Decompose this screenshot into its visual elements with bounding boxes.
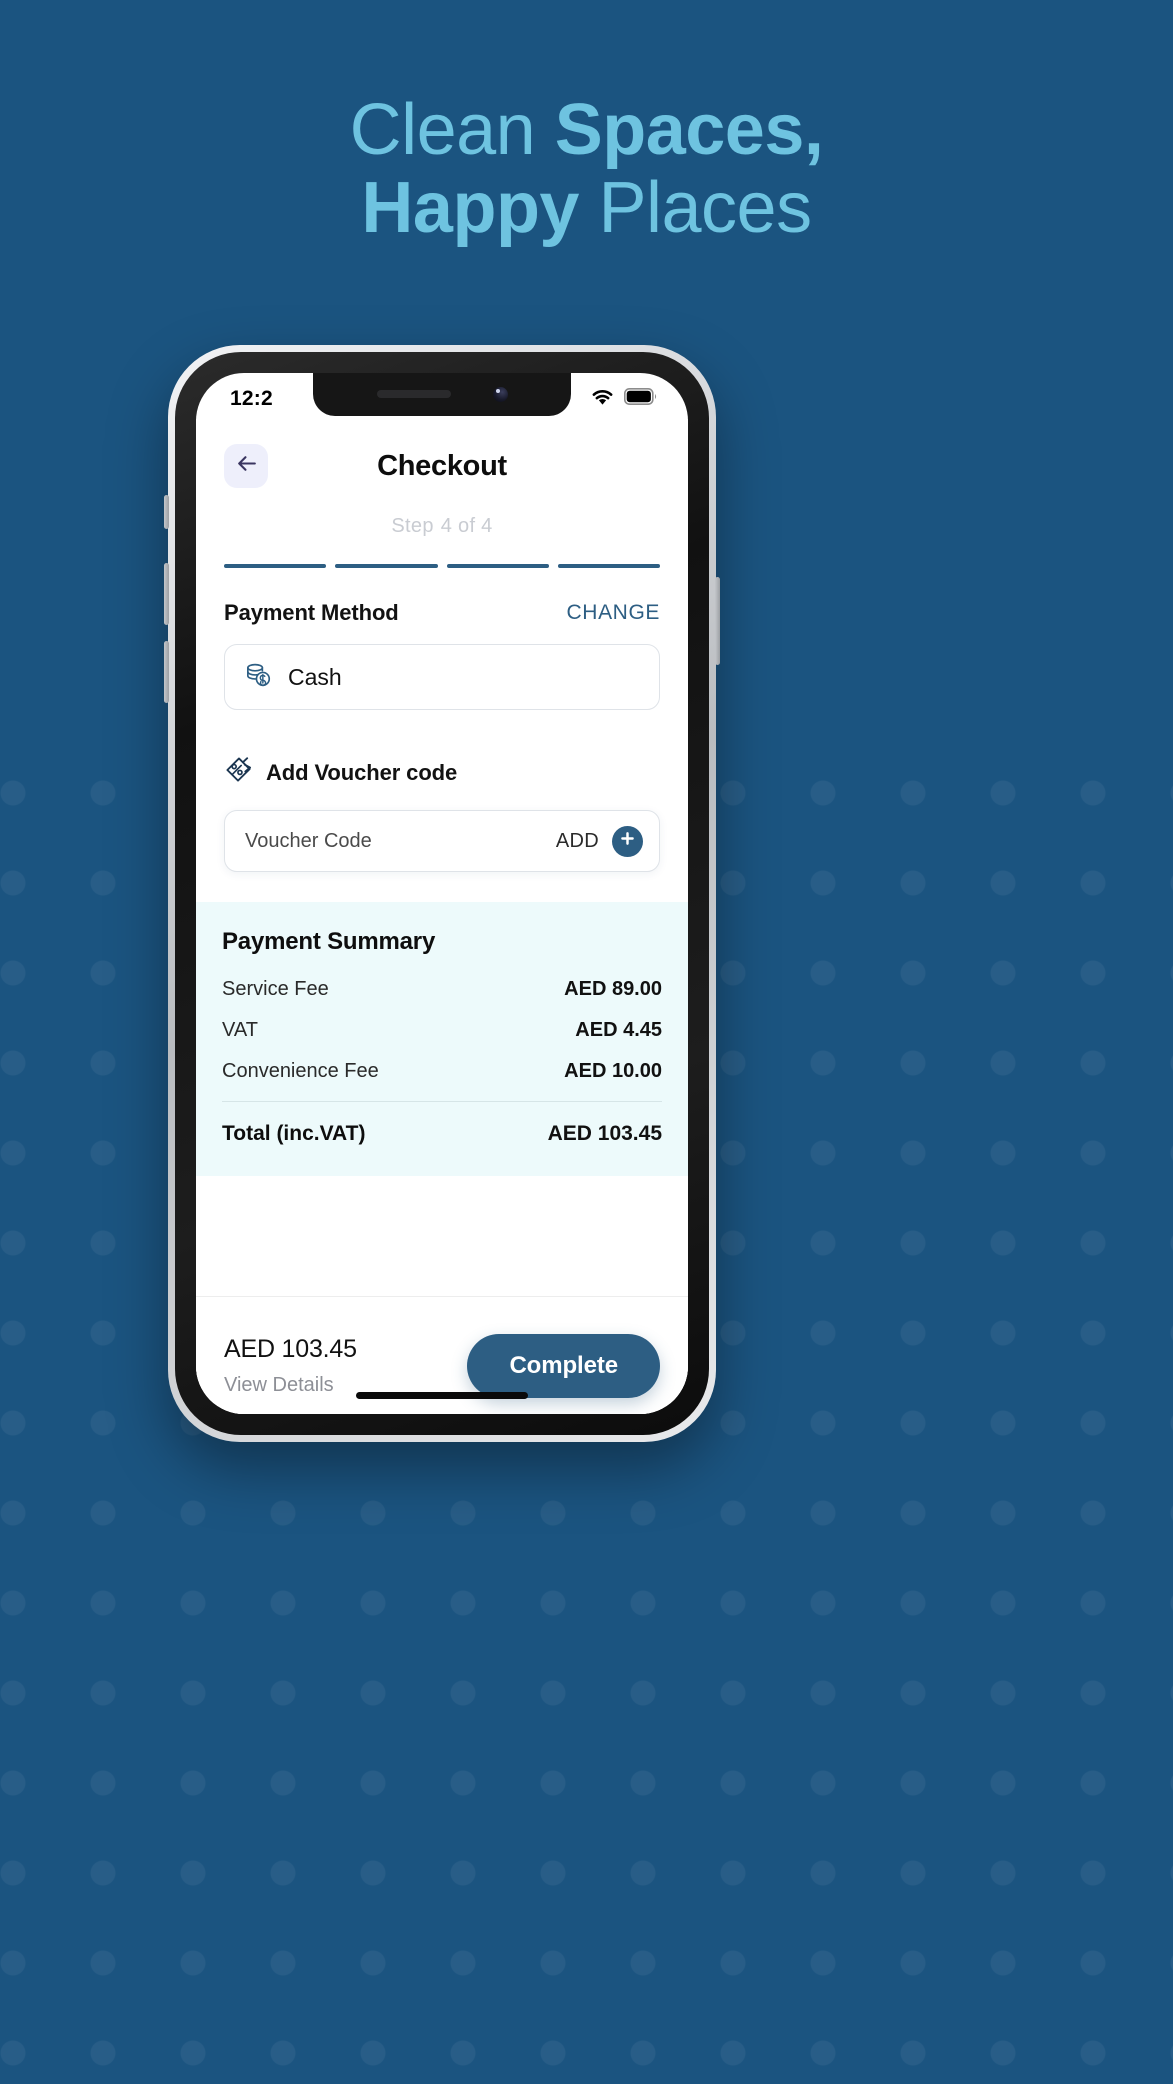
- discount-tag-icon: [224, 756, 253, 790]
- battery-full-icon: [624, 388, 658, 410]
- summary-row-value: AED 4.45: [575, 1019, 662, 1041]
- phone-volume-up-button: [164, 563, 169, 625]
- wifi-icon: [590, 387, 615, 411]
- app-header: Checkout: [196, 433, 688, 499]
- bottom-total-amount: AED 103.45: [224, 1334, 357, 1363]
- home-indicator: [356, 1392, 528, 1399]
- voucher-add-button[interactable]: [612, 825, 643, 857]
- headline-word-happy: Happy: [361, 167, 599, 248]
- summary-total-label: Total (inc.VAT): [222, 1122, 366, 1145]
- step-indicator-label: Step 4 of 4: [196, 515, 688, 538]
- phone-mute-switch: [164, 495, 169, 529]
- bottom-total-block: AED 103.45 View Details: [224, 1335, 357, 1397]
- change-payment-method-button[interactable]: CHANGE: [567, 601, 660, 625]
- progress-segment-2: [335, 564, 438, 568]
- step-value: 4 of 4: [440, 515, 493, 537]
- step-progress-bars: [196, 564, 688, 568]
- headline-word-places: Places: [598, 167, 812, 248]
- coins-icon: [243, 659, 274, 695]
- voucher-heading-label: Add Voucher code: [266, 760, 458, 785]
- headline-line-2: Happy Places: [0, 167, 1173, 248]
- content-spacer: [196, 1176, 688, 1296]
- summary-row: VAT AED 4.45: [222, 1019, 662, 1042]
- phone-screen: 12:2 Checkout Step 4 of 4 Payment Method…: [196, 373, 688, 1414]
- hero-headline: Clean Spaces, Happy Places: [0, 90, 1173, 248]
- page-title: Checkout: [377, 449, 507, 482]
- summary-row: Convenience Fee AED 10.00: [222, 1060, 662, 1083]
- payment-method-section-header: Payment Method CHANGE: [196, 600, 688, 626]
- phone-power-button: [715, 577, 720, 665]
- summary-row-value: AED 89.00: [564, 978, 662, 1000]
- voucher-code-input[interactable]: [245, 829, 556, 853]
- earpiece-speaker-icon: [376, 390, 451, 398]
- phone-notch: [313, 373, 571, 416]
- summary-divider: [222, 1101, 662, 1102]
- view-details-link[interactable]: View Details: [224, 1374, 357, 1397]
- progress-segment-1: [224, 564, 327, 568]
- step-word: Step: [391, 515, 434, 537]
- complete-button[interactable]: Complete: [467, 1333, 660, 1398]
- summary-row: Service Fee AED 89.00: [222, 978, 662, 1001]
- payment-method-title: Payment Method: [224, 600, 399, 625]
- headline-line-1: Clean Spaces,: [0, 90, 1173, 170]
- summary-row-label: Convenience Fee: [222, 1060, 379, 1082]
- progress-segment-3: [446, 564, 549, 568]
- progress-segment-4: [557, 564, 660, 568]
- phone-volume-down-button: [164, 641, 169, 703]
- voucher-add-label[interactable]: ADD: [556, 830, 599, 853]
- summary-row-label: VAT: [222, 1019, 258, 1041]
- summary-total-value: AED 103.45: [547, 1122, 662, 1145]
- voucher-section-header: Add Voucher code: [196, 756, 688, 790]
- arrow-left-icon: [234, 451, 259, 481]
- front-camera-icon: [492, 386, 508, 402]
- plus-circle-icon: [619, 830, 636, 852]
- phone-bezel: 12:2 Checkout Step 4 of 4 Payment Method…: [175, 352, 709, 1435]
- summary-row-label: Service Fee: [222, 978, 329, 1000]
- checkout-screen: Checkout Step 4 of 4 Payment Method CHANG…: [196, 419, 688, 1414]
- back-button[interactable]: [224, 444, 268, 488]
- summary-row-value: AED 10.00: [564, 1060, 662, 1082]
- status-bar-indicators: [590, 381, 658, 411]
- phone-mockup: 12:2 Checkout Step 4 of 4 Payment Method…: [164, 345, 720, 1442]
- payment-method-label: Cash: [288, 663, 342, 690]
- headline-word-clean: Clean: [349, 90, 555, 170]
- payment-summary-title: Payment Summary: [222, 928, 436, 955]
- headline-word-spaces: Spaces,: [554, 90, 824, 170]
- voucher-input-row[interactable]: ADD: [224, 810, 660, 872]
- payment-summary-card: Payment Summary Service Fee AED 89.00 VA…: [196, 902, 688, 1176]
- selected-payment-method-card[interactable]: Cash: [224, 644, 660, 710]
- status-bar-time: 12:2: [230, 387, 273, 410]
- summary-total-row: Total (inc.VAT) AED 103.45: [222, 1122, 662, 1146]
